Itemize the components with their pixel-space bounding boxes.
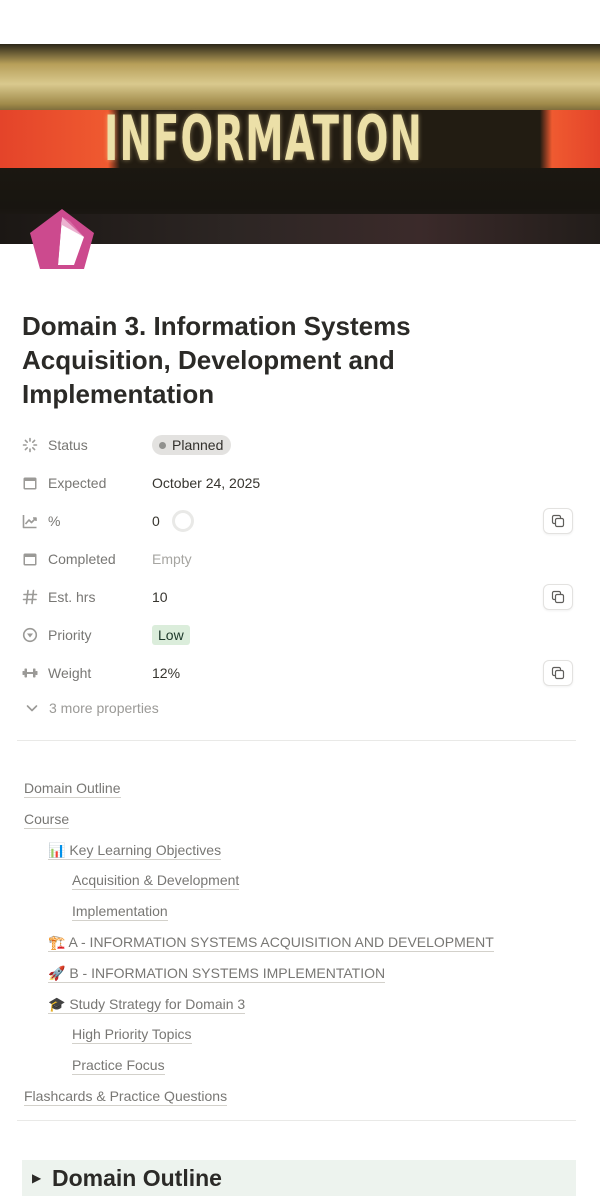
- toc-item[interactable]: Acquisition & Development: [24, 866, 584, 897]
- priority-badge[interactable]: Low: [152, 625, 190, 645]
- property-status[interactable]: Status Planned: [22, 426, 578, 464]
- status-spinner-icon: [22, 437, 38, 453]
- table-of-contents: Domain Outline Course 📊 Key Learning Obj…: [24, 774, 584, 1113]
- completed-value[interactable]: Empty: [152, 551, 192, 567]
- status-value[interactable]: Planned: [152, 435, 232, 455]
- calendar-icon: [23, 553, 37, 566]
- property-label: Status: [22, 437, 152, 453]
- toc-item[interactable]: Domain Outline: [24, 774, 584, 805]
- toggle-heading-text: Domain Outline: [52, 1164, 222, 1191]
- progress-ring: [171, 510, 194, 532]
- status-badge[interactable]: Planned: [152, 435, 232, 455]
- copy-icon: [551, 514, 565, 528]
- content-divider: [17, 1120, 576, 1121]
- hash-icon: [22, 589, 38, 605]
- property-completed[interactable]: Completed Empty: [22, 540, 578, 578]
- property-label: Priority: [22, 627, 152, 643]
- percent-number: 0: [152, 513, 160, 529]
- property-label: %: [22, 513, 152, 529]
- chart-line-icon: [22, 515, 37, 529]
- copy-button[interactable]: [543, 584, 573, 610]
- property-label: Weight: [22, 665, 152, 681]
- property-weight[interactable]: Weight 12%: [22, 654, 578, 692]
- toggle-heading-domain-outline[interactable]: ▶ Domain Outline: [22, 1160, 576, 1196]
- toc-item[interactable]: Practice Focus: [24, 1051, 584, 1082]
- priority-value[interactable]: Low: [152, 625, 190, 645]
- property-label-text: Status: [48, 437, 88, 453]
- toc-item[interactable]: High Priority Topics: [24, 1020, 584, 1051]
- properties-panel: Status Planned Expected October 24, 2025: [22, 426, 578, 722]
- toc-item[interactable]: 🚀 B - INFORMATION SYSTEMS IMPLEMENTATION: [24, 959, 584, 990]
- cover-sign-text: INFORMATION: [104, 102, 424, 175]
- property-label: Expected: [22, 475, 152, 491]
- priority-select-icon: [22, 627, 38, 643]
- property-label: Completed: [22, 551, 152, 567]
- weight-value[interactable]: 12%: [152, 665, 180, 681]
- toc-item[interactable]: 📊 Key Learning Objectives: [24, 836, 584, 867]
- chevron-down-icon: [26, 705, 38, 712]
- dumbbell-icon: [22, 668, 38, 678]
- toc-item[interactable]: Flashcards & Practice Questions: [24, 1082, 584, 1113]
- status-text: Planned: [172, 437, 224, 453]
- property-priority[interactable]: Priority Low: [22, 616, 578, 654]
- property-label-text: Completed: [48, 551, 116, 567]
- page-title[interactable]: Domain 3. Information Systems Acquisitio…: [22, 309, 562, 411]
- copy-button[interactable]: [543, 508, 573, 534]
- percent-value[interactable]: 0: [152, 510, 194, 532]
- pink-pentagon-icon[interactable]: [28, 207, 96, 273]
- property-label: Est. hrs: [22, 589, 152, 605]
- expected-date-value[interactable]: October 24, 2025: [152, 475, 260, 491]
- copy-button[interactable]: [543, 660, 573, 686]
- properties-divider: [17, 740, 576, 741]
- toggle-triangle-icon[interactable]: ▶: [32, 1171, 42, 1185]
- toc-item[interactable]: 🏗️ A - INFORMATION SYSTEMS ACQUISITION A…: [24, 928, 584, 959]
- property-label-text: %: [48, 513, 61, 529]
- copy-icon: [551, 666, 565, 680]
- calendar-icon: [23, 477, 37, 490]
- property-est-hrs[interactable]: Est. hrs 10: [22, 578, 578, 616]
- property-label-text: Est. hrs: [48, 589, 96, 605]
- est-hrs-value[interactable]: 10: [152, 589, 168, 605]
- status-dot: [159, 441, 166, 449]
- property-label-text: Weight: [48, 665, 92, 681]
- toc-item[interactable]: Implementation: [24, 897, 584, 928]
- property-percent[interactable]: % 0: [22, 502, 578, 540]
- property-label-text: Priority: [48, 627, 92, 643]
- property-expected[interactable]: Expected October 24, 2025: [22, 464, 578, 502]
- more-properties-label: 3 more properties: [49, 700, 159, 716]
- copy-icon: [551, 590, 565, 604]
- property-label-text: Expected: [48, 475, 107, 491]
- toc-item[interactable]: 🎓 Study Strategy for Domain 3: [24, 990, 584, 1021]
- more-properties-toggle[interactable]: 3 more properties: [22, 694, 578, 722]
- toc-item[interactable]: Course: [24, 805, 584, 836]
